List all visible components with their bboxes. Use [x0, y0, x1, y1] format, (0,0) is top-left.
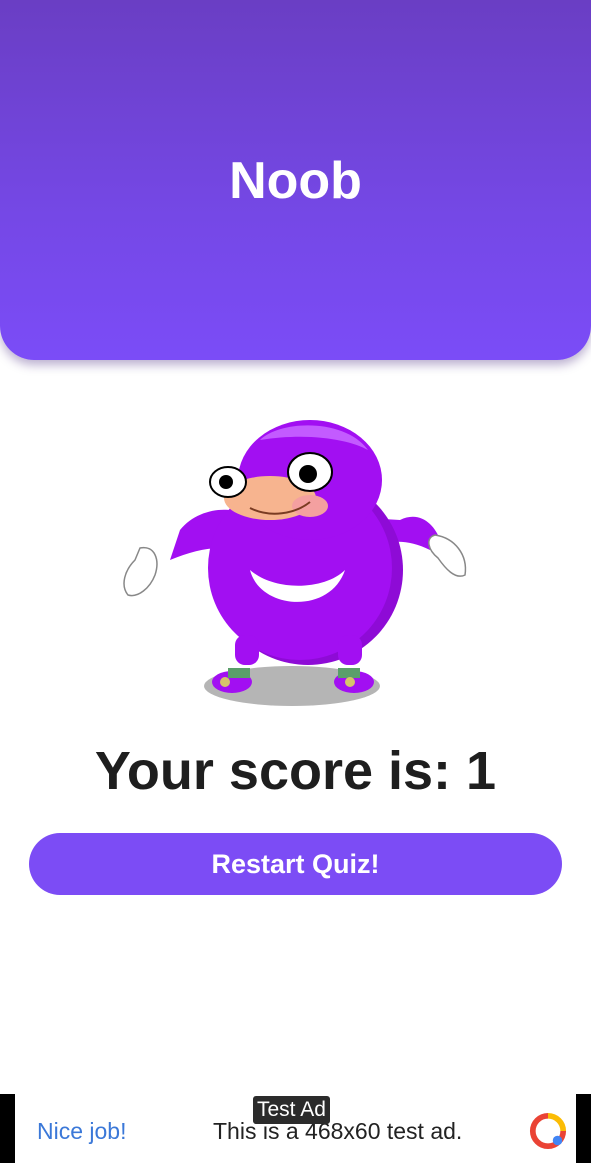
ad-headline[interactable]: Nice job!	[37, 1116, 126, 1146]
test-ad-label: Test Ad	[253, 1096, 330, 1124]
header-banner: Noob	[0, 0, 591, 360]
knuckles-mascot-icon	[123, 420, 467, 706]
restart-quiz-button[interactable]: Restart Quiz!	[29, 833, 562, 895]
page-title: Noob	[229, 152, 362, 210]
ad-body[interactable]: This is a 468x60 test ad.	[213, 1116, 462, 1146]
score-text: Your score is: 1	[94, 741, 497, 801]
adchoices-icon[interactable]	[529, 1112, 567, 1150]
